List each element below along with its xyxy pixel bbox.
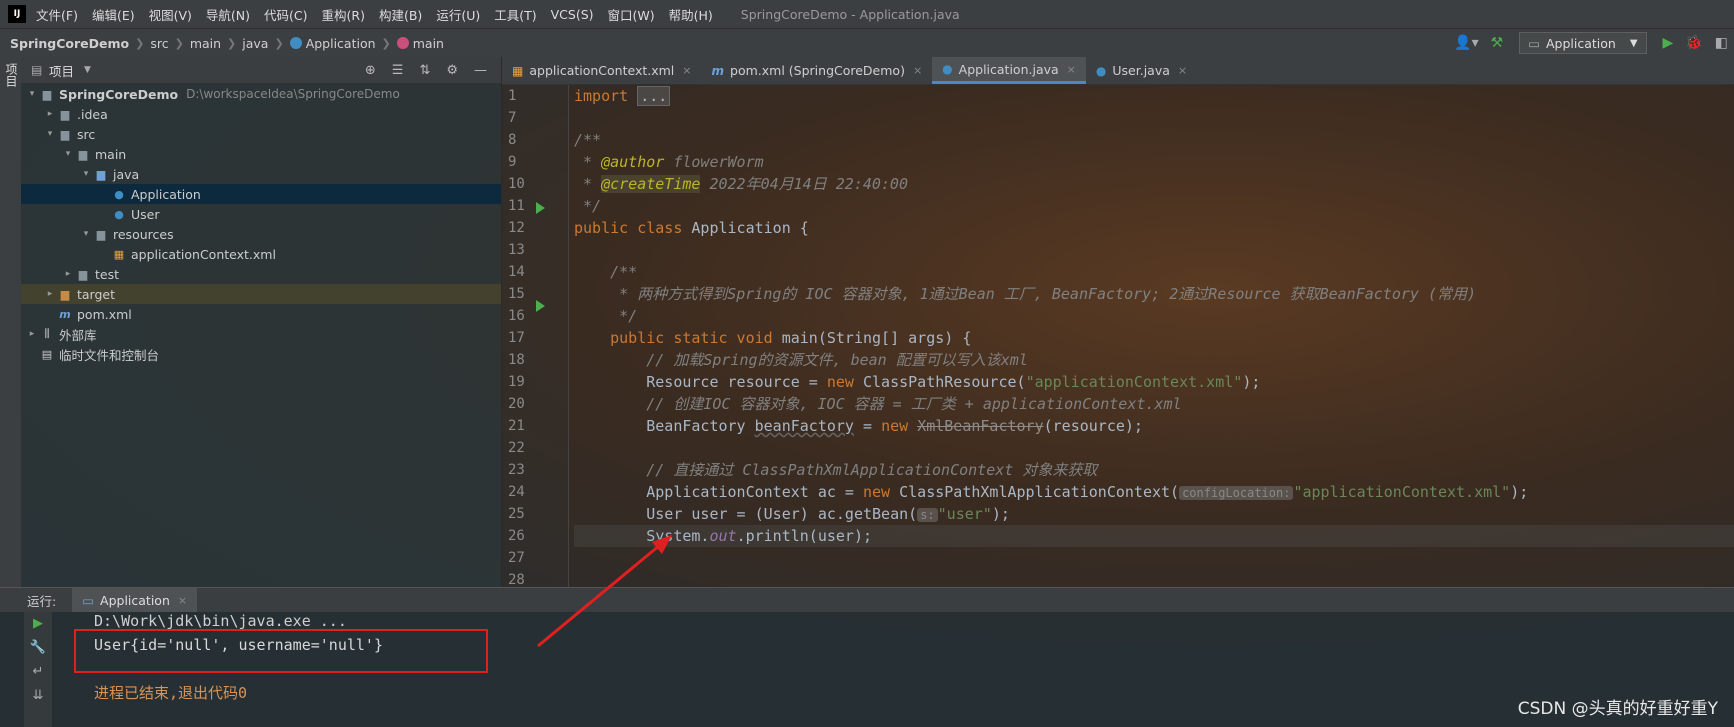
- annotation-arrow: [537, 535, 672, 648]
- watermark: CSDN @头真的好重好重Y: [1517, 699, 1718, 719]
